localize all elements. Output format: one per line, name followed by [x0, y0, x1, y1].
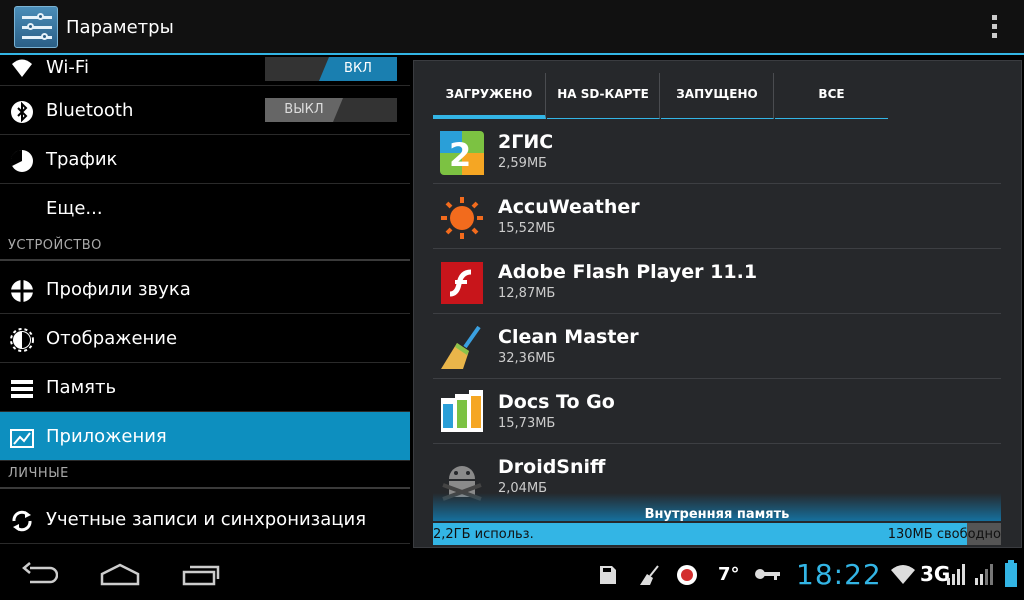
section-header-label: ЛИЧНЫЕ	[8, 466, 69, 481]
settings-list: Wi-Fi ВКЛ Bluetooth ВЫКЛ Трафик Еще... У…	[0, 57, 410, 550]
sync-icon	[12, 510, 32, 532]
section-header-label: УСТРОЙСТВО	[8, 238, 102, 253]
cell-signal-icon	[947, 564, 965, 585]
recent-apps-button[interactable]	[182, 562, 220, 586]
settings-item-label: Еще...	[46, 198, 103, 219]
key-icon[interactable]	[754, 566, 780, 582]
action-bar: Параметры	[0, 0, 1024, 55]
flash-icon	[441, 262, 483, 304]
app-list-item[interactable]: AccuWeather 15,52МБ	[433, 184, 1001, 249]
temperature-notification[interactable]: 7°	[718, 564, 740, 585]
tab-all[interactable]: ВСЕ	[775, 73, 888, 119]
settings-item-label: Wi-Fi	[46, 57, 89, 78]
settings-item-more[interactable]: Еще...	[0, 184, 410, 233]
cell-signal-2-icon	[975, 564, 993, 585]
app-name: Docs To Go	[498, 391, 615, 413]
storage-free: 130МБ свободно	[887, 527, 1001, 542]
page-title: Параметры	[66, 17, 174, 38]
bluetooth-toggle[interactable]: ВЫКЛ	[265, 98, 397, 122]
settings-item-traffic[interactable]: Трафик	[0, 135, 410, 184]
app-name: 2ГИС	[498, 131, 554, 153]
tab-running[interactable]: ЗАПУЩЕНО	[661, 73, 774, 119]
app-name: AccuWeather	[498, 196, 640, 218]
apps-icon	[10, 429, 34, 448]
app-list-item[interactable]: 2 2ГИС 2,59МБ	[433, 119, 1001, 184]
wifi-toggle[interactable]: ВКЛ	[265, 57, 397, 81]
app-size: 15,73МБ	[498, 416, 556, 431]
app-size: 15,52МБ	[498, 221, 556, 236]
app-name: Clean Master	[498, 326, 639, 348]
svg-text:2: 2	[449, 136, 471, 174]
tab-sd-card[interactable]: НА SD-КАРТЕ	[547, 73, 660, 119]
home-button[interactable]	[100, 562, 140, 586]
tab-downloaded[interactable]: ЗАГРУЖЕНО	[433, 73, 546, 119]
app-size: 2,59МБ	[498, 156, 548, 171]
app-list-item[interactable]: Docs To Go 15,73МБ	[433, 379, 1001, 444]
settings-item-sound[interactable]: Профили звука	[0, 265, 410, 314]
settings-item-label: Отображение	[46, 328, 178, 349]
wifi-icon	[12, 59, 32, 77]
back-button[interactable]	[22, 562, 58, 586]
settings-item-apps[interactable]: Приложения	[0, 412, 410, 461]
display-icon	[10, 328, 34, 352]
apps-panel: ЗАГРУЖЕНО НА SD-КАРТЕ ЗАПУЩЕНО ВСЕ 2 2ГИ…	[413, 60, 1022, 548]
sound-profile-icon	[11, 280, 33, 302]
storage-used: 2,2ГБ использ.	[433, 527, 534, 542]
accuweather-icon	[441, 197, 483, 239]
sd-card-icon[interactable]	[596, 564, 618, 586]
broom-notification-icon[interactable]	[638, 564, 660, 586]
settings-item-bluetooth[interactable]: Bluetooth ВЫКЛ	[0, 86, 410, 135]
wifi-signal-icon	[891, 565, 915, 584]
overflow-menu-icon[interactable]	[992, 15, 998, 39]
section-header-device: УСТРОЙСТВО	[0, 233, 410, 261]
section-header-personal: ЛИЧНЫЕ	[0, 461, 410, 489]
app-size: 32,36МБ	[498, 351, 556, 366]
system-bar: 7° 18:22 3G	[0, 550, 1024, 600]
storage-title: Внутренняя память	[644, 507, 790, 522]
app-list-item[interactable]: Adobe Flash Player 11.1 12,87МБ	[433, 249, 1001, 314]
app-name: Adobe Flash Player 11.1	[498, 261, 758, 283]
broom-icon	[441, 325, 481, 369]
storage-summary: Внутренняя память 2,2ГБ использ. 130МБ с…	[433, 493, 1001, 545]
2gis-icon: 2	[440, 131, 484, 175]
toggle-on-label: ВКЛ	[319, 57, 397, 81]
settings-item-label: Приложения	[46, 426, 167, 447]
record-icon[interactable]	[676, 564, 698, 586]
storage-icon	[11, 380, 33, 398]
app-size: 12,87МБ	[498, 286, 556, 301]
clock[interactable]: 18:22	[796, 558, 882, 591]
battery-icon	[1005, 560, 1017, 587]
settings-item-label: Bluetooth	[46, 100, 134, 121]
app-tabs: ЗАГРУЖЕНО НА SD-КАРТЕ ЗАПУЩЕНО ВСЕ	[433, 73, 888, 119]
settings-item-label: Учетные записи и синхронизация	[46, 509, 367, 530]
app-name: DroidSniff	[498, 456, 606, 478]
data-usage-icon	[10, 149, 33, 172]
settings-item-memory[interactable]: Память	[0, 363, 410, 412]
settings-item-label: Трафик	[46, 149, 118, 170]
settings-app-icon[interactable]	[14, 6, 58, 48]
docs-icon	[441, 390, 483, 432]
settings-item-label: Память	[46, 377, 117, 398]
settings-item-label: Профили звука	[46, 279, 191, 300]
app-list-item[interactable]: Clean Master 32,36МБ	[433, 314, 1001, 379]
settings-item-wifi[interactable]: Wi-Fi ВКЛ	[0, 57, 410, 86]
settings-item-display[interactable]: Отображение	[0, 314, 410, 363]
settings-item-accounts[interactable]: Учетные записи и синхронизация	[0, 495, 410, 544]
bluetooth-icon	[11, 101, 33, 123]
toggle-off-label: ВЫКЛ	[265, 98, 343, 122]
